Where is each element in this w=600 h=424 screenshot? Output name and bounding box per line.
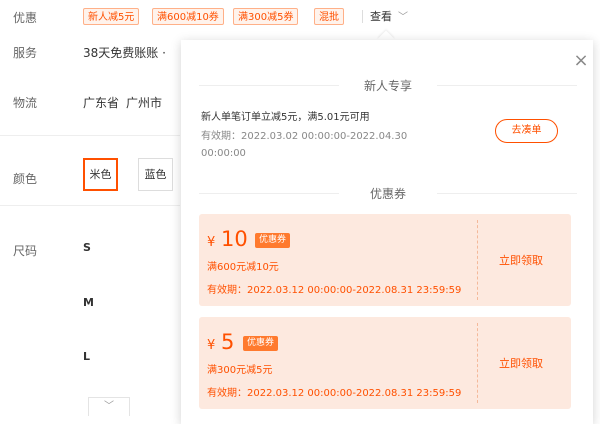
claim-coupon-button[interactable]: 立即领取 [499, 252, 543, 268]
view-offers-label: 查看 [370, 10, 392, 23]
size-option-s[interactable]: S [83, 241, 91, 254]
coupons-title: 优惠券 [369, 187, 406, 201]
newuser-description: 新人单笔订单立减5元，满5.01元可用 [201, 112, 370, 123]
claim-coupon-button[interactable]: 立即领取 [499, 355, 543, 371]
coupon-validity: 有效期：2022.03.12 00:00:00-2022.08.31 23:59… [207, 388, 462, 399]
coupon-condition: 满300元减5元 [207, 365, 273, 376]
coupon-popup: × 新人专享 新人单笔订单立减5元，满5.01元可用 有效期：2022.03.0… [181, 40, 593, 424]
color-label: 颜色 [13, 172, 38, 186]
currency-symbol: ¥ [207, 235, 216, 250]
size-label: 尺码 [13, 244, 38, 258]
coupons-section-title: 优惠券 [199, 185, 577, 202]
service-text: 38天免费账账 · [83, 46, 166, 60]
color-option-beige[interactable]: 米色 [83, 158, 118, 191]
expand-button[interactable]: ﹀ [88, 397, 130, 416]
offers-label: 优惠 [13, 11, 38, 25]
coupon-amount: 5 [221, 330, 235, 354]
offer-tag-newuser[interactable]: 新人减5元 [83, 8, 140, 25]
offer-tag-mixed[interactable]: 混批 [314, 8, 344, 25]
coupon-condition: 满600元减10元 [207, 262, 279, 273]
logistics-label: 物流 [13, 96, 38, 110]
view-offers-toggle[interactable]: 查看 ﹀ [362, 8, 408, 24]
size-option-l[interactable]: L [83, 350, 90, 363]
color-option-blue[interactable]: 蓝色 [138, 158, 173, 191]
newuser-validity: 有效期：2022.03.02 00:00:00-2022.04.30 00:00… [201, 131, 408, 159]
service-label: 服务 [13, 46, 38, 60]
newuser-section-title: 新人专享 [199, 77, 577, 94]
coupon-badge: 优惠券 [255, 233, 291, 248]
size-option-m[interactable]: M [83, 296, 94, 309]
coupon-badge: 优惠券 [243, 336, 279, 351]
logistics-city: 广州市 [126, 96, 163, 110]
coupon-card: ¥ 5 优惠券 满300元减5元 有效期：2022.03.12 00:00:00… [199, 317, 571, 409]
offer-tag-300-5[interactable]: 满300减5券 [233, 8, 299, 25]
coupon-amount: 10 [221, 227, 248, 251]
coupon-validity: 有效期：2022.03.12 00:00:00-2022.08.31 23:59… [207, 285, 462, 296]
newuser-title: 新人专享 [363, 79, 412, 93]
offer-tag-600-10[interactable]: 满600减10券 [152, 8, 224, 25]
divider [0, 205, 180, 206]
go-shopping-button[interactable]: 去凑单 [495, 119, 558, 143]
close-icon[interactable]: × [572, 52, 590, 70]
coupon-card: ¥ 10 优惠券 满600元减10元 有效期：2022.03.12 00:00:… [199, 214, 571, 306]
chevron-down-icon: ﹀ [104, 401, 114, 412]
chevron-down-icon: ﹀ [398, 12, 408, 23]
divider [0, 135, 180, 136]
logistics-province: 广东省 [83, 96, 120, 110]
currency-symbol: ¥ [207, 338, 216, 353]
